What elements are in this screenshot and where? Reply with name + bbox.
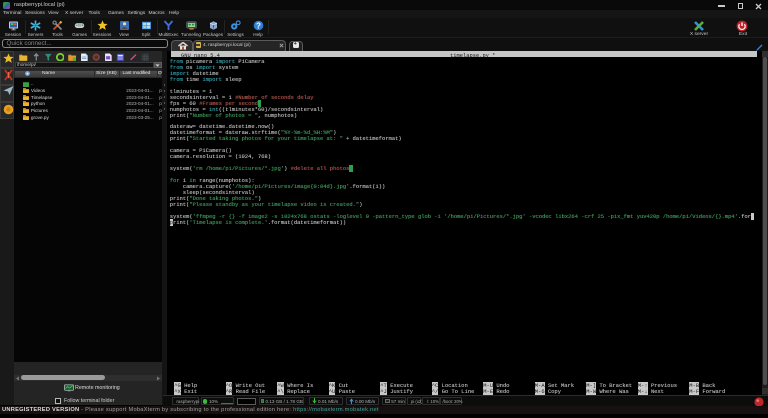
svg-text:?: ?: [256, 21, 261, 30]
